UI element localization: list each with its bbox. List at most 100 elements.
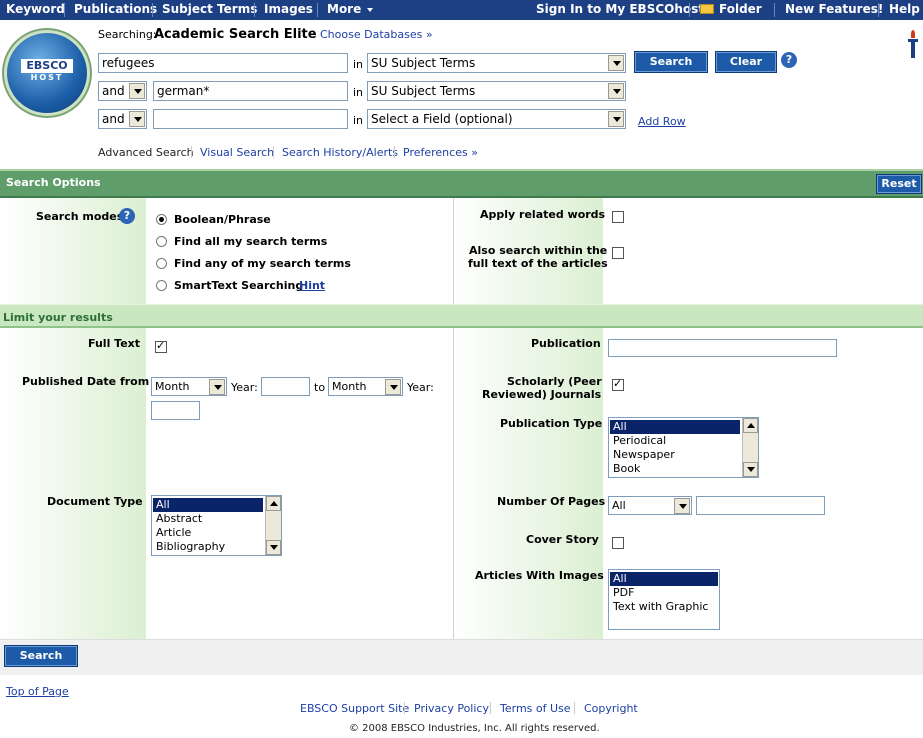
scholarly-label-line1: Scholarly (Peer (507, 375, 602, 388)
articles-with-images-label: Articles With Images (475, 569, 604, 582)
search-input-2[interactable]: german* (153, 81, 348, 101)
operator-select-3-value: and (102, 112, 125, 126)
ebsco-host-logo: EBSCO HOST (7, 33, 87, 113)
mode-smarttext-radio[interactable] (156, 280, 167, 291)
nav-subject-terms[interactable]: Subject Terms (162, 2, 257, 16)
mode-boolean-radio[interactable] (156, 214, 167, 225)
limit-results-title: Limit your results (3, 311, 113, 324)
publication-input[interactable] (608, 339, 837, 357)
document-type-listbox[interactable]: All Abstract Article Bibliography (151, 495, 282, 556)
scroll-down-icon[interactable] (743, 462, 758, 477)
nav-images[interactable]: Images (264, 2, 313, 16)
field-select-1[interactable]: SU Subject Terms (367, 53, 626, 73)
subnav-separator (273, 146, 274, 158)
chevron-down-icon (209, 379, 225, 395)
date-from-month-select[interactable]: Month (151, 377, 227, 396)
column-divider (453, 198, 454, 304)
footer-separator (574, 702, 575, 714)
visual-search-link[interactable]: Visual Search (200, 146, 274, 159)
nav-separator (317, 3, 318, 17)
nav-new-features[interactable]: New Features! (785, 2, 883, 16)
list-item[interactable]: Abstract (153, 512, 263, 526)
nav-more[interactable]: More (327, 2, 374, 16)
clear-button[interactable]: Clear (715, 51, 777, 73)
field-select-1-value: SU Subject Terms (371, 56, 476, 70)
hint-link[interactable]: Hint (299, 279, 325, 292)
search-history-link[interactable]: Search History/Alerts (282, 146, 398, 159)
scroll-down-icon[interactable] (266, 540, 281, 555)
terms-of-use-link[interactable]: Terms of Use (500, 702, 571, 715)
year-to-input[interactable] (151, 401, 200, 420)
list-item[interactable]: PDF (610, 586, 718, 600)
nav-folder-label: Folder (719, 2, 762, 16)
list-item[interactable]: All (610, 572, 718, 586)
cover-story-checkbox[interactable] (612, 537, 624, 549)
nav-help[interactable]: Help (889, 2, 920, 16)
list-item[interactable]: Text with Graphic (610, 600, 718, 614)
column-divider (453, 328, 454, 639)
field-select-2[interactable]: SU Subject Terms (367, 81, 626, 101)
list-item[interactable]: Bibliography (153, 540, 263, 554)
footer-separator (404, 702, 405, 714)
full-text-checkbox[interactable] (155, 339, 167, 353)
articles-with-images-listbox[interactable]: All PDF Text with Graphic (608, 569, 720, 630)
mode-all-terms-label: Find all my search terms (174, 235, 328, 248)
support-site-link[interactable]: EBSCO Support Site (300, 702, 409, 715)
top-navigation-bar: Keyword Publications Subject Terms Image… (0, 0, 923, 20)
chevron-down-icon (129, 83, 145, 99)
help-icon[interactable]: ? (781, 52, 797, 68)
list-item[interactable]: All (610, 420, 740, 434)
scroll-up-icon[interactable] (266, 496, 281, 511)
bottom-search-button[interactable]: Search (4, 645, 78, 667)
nav-more-label: More (327, 2, 362, 16)
choose-databases-link[interactable]: Choose Databases » (320, 28, 433, 41)
date-to-month-select[interactable]: Month (328, 377, 403, 396)
scrollbar[interactable] (742, 418, 758, 477)
advanced-search-link[interactable]: Advanced Search (98, 146, 194, 159)
also-search-fulltext-checkbox[interactable] (612, 247, 624, 259)
list-item[interactable]: Periodical (610, 434, 740, 448)
mode-all-terms-radio[interactable] (156, 236, 167, 247)
privacy-policy-link[interactable]: Privacy Policy (414, 702, 489, 715)
list-item[interactable]: All (153, 498, 263, 512)
number-of-pages-value: All (612, 499, 626, 512)
search-input-3[interactable] (153, 109, 348, 129)
apply-related-words-label: Apply related words (480, 208, 606, 221)
apply-related-words-checkbox[interactable] (612, 211, 624, 223)
field-select-3[interactable]: Select a Field (optional) (367, 109, 626, 129)
operator-select-2[interactable]: and (98, 81, 147, 101)
nav-publications[interactable]: Publications (74, 2, 157, 16)
reset-button[interactable]: Reset (876, 174, 922, 194)
copyright-link[interactable]: Copyright (584, 702, 638, 715)
preferences-link[interactable]: Preferences » (403, 146, 478, 159)
search-modes-help-icon[interactable]: ? (119, 208, 135, 224)
year-from-input[interactable] (261, 377, 310, 396)
top-of-page-link[interactable]: Top of Page (6, 685, 69, 698)
mode-any-terms-radio[interactable] (156, 258, 167, 269)
publication-label: Publication (531, 337, 601, 350)
nav-keyword[interactable]: Keyword (6, 2, 65, 16)
search-input-1[interactable]: refugees (98, 53, 348, 73)
year-from-label: Year: (231, 381, 258, 394)
search-options-bar: Search Options (0, 169, 923, 198)
list-item[interactable]: Book (610, 462, 740, 476)
searching-label: Searching: (98, 28, 157, 41)
operator-select-2-value: and (102, 84, 125, 98)
operator-select-3[interactable]: and (98, 109, 147, 129)
scrollbar[interactable] (265, 496, 281, 555)
list-item[interactable]: Article (153, 526, 263, 540)
nav-separator (152, 3, 153, 17)
publication-type-listbox[interactable]: All Periodical Newspaper Book (608, 417, 759, 478)
cover-story-label: Cover Story (526, 533, 599, 546)
search-button[interactable]: Search (634, 51, 708, 73)
nav-sign-in[interactable]: Sign In to My EBSCOhost (536, 2, 704, 16)
chevron-down-icon (674, 498, 690, 514)
nav-folder[interactable]: Folder (700, 2, 762, 16)
number-of-pages-select[interactable]: All (608, 496, 692, 515)
scholarly-checkbox[interactable] (612, 377, 624, 391)
bottom-search-bar (0, 639, 923, 675)
list-item[interactable]: Newspaper (610, 448, 740, 462)
scroll-up-icon[interactable] (743, 418, 758, 433)
add-row-link[interactable]: Add Row (638, 115, 686, 128)
number-of-pages-input[interactable] (696, 496, 825, 515)
